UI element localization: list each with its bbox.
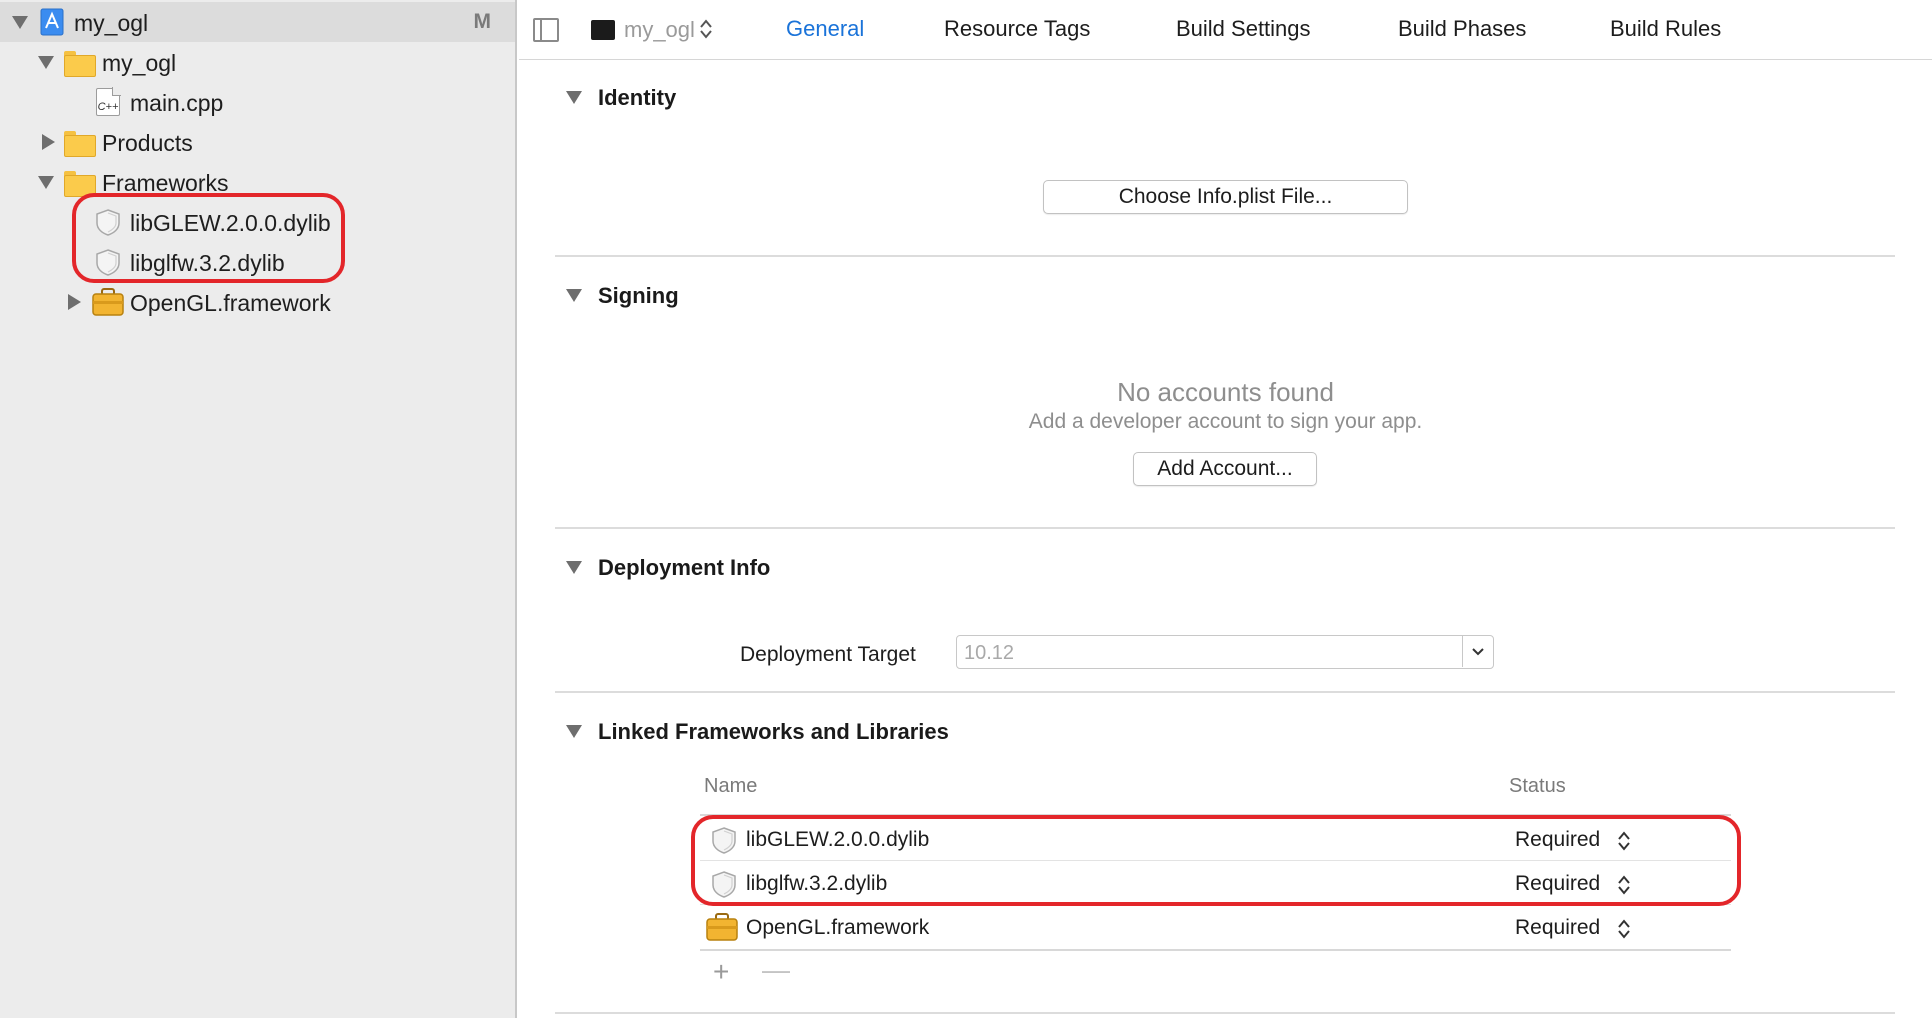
row-divider — [700, 860, 1731, 861]
modified-badge: M — [473, 10, 492, 33]
disclosure-down-icon[interactable] — [12, 16, 28, 29]
nav-item-project[interactable]: my_ogl M — [0, 2, 515, 42]
deployment-target-value: 10.12 — [964, 642, 1015, 664]
nav-label: libGLEW.2.0.0.dylib — [130, 210, 331, 236]
section-identity-header[interactable]: Identity — [598, 85, 676, 111]
nav-item-products[interactable]: Products — [0, 122, 515, 162]
updown-chevron-icon[interactable] — [1617, 873, 1631, 895]
library-icon — [94, 208, 122, 236]
deployment-target-label: Deployment Target — [740, 643, 916, 666]
library-icon — [94, 248, 122, 276]
nav-label: libglfw.3.2.dylib — [130, 250, 285, 276]
section-collapse-icon[interactable] — [566, 725, 582, 738]
updown-chevron-icon[interactable] — [1617, 917, 1631, 939]
nav-label: main.cpp — [130, 90, 224, 116]
library-icon — [710, 870, 738, 903]
target-editor: my_ogl General Resource Tags Build Setti… — [519, 0, 1932, 1018]
section-divider — [555, 527, 1895, 529]
updown-chevron-icon[interactable] — [699, 17, 713, 43]
folder-icon — [64, 129, 96, 157]
tab-build-rules[interactable]: Build Rules — [1610, 16, 1721, 42]
table-bottom-divider — [700, 949, 1731, 951]
section-divider — [555, 255, 1895, 257]
terminal-target-icon — [591, 20, 615, 40]
cpp-file-icon: C++ — [96, 87, 121, 116]
nav-label: OpenGL.framework — [130, 290, 331, 316]
section-collapse-icon[interactable] — [566, 91, 582, 104]
column-name-header[interactable]: Name — [704, 775, 757, 798]
section-deployment-header[interactable]: Deployment Info — [598, 555, 770, 581]
tab-build-phases[interactable]: Build Phases — [1398, 16, 1526, 42]
editor-tab-bar: my_ogl General Resource Tags Build Setti… — [519, 0, 1932, 60]
target-selector[interactable]: my_ogl — [624, 17, 695, 43]
nav-item-libglew[interactable]: libGLEW.2.0.0.dylib — [0, 202, 515, 242]
no-accounts-title: No accounts found — [1117, 377, 1334, 407]
nav-item-group[interactable]: my_ogl — [0, 42, 515, 82]
nav-label: my_ogl — [74, 10, 149, 36]
choose-info-plist-button[interactable]: Choose Info.plist File... — [1043, 180, 1408, 214]
framework-toolbox-icon — [706, 913, 738, 946]
nav-item-libglfw[interactable]: libglfw.3.2.dylib — [0, 242, 515, 282]
linked-item-status[interactable]: Required — [1515, 916, 1600, 940]
updown-chevron-icon[interactable] — [1617, 829, 1631, 851]
remove-framework-button[interactable]: — — [762, 954, 790, 986]
section-linked-header[interactable]: Linked Frameworks and Libraries — [598, 719, 949, 745]
row-divider — [700, 904, 1731, 905]
nav-item-main-cpp[interactable]: C++ main.cpp — [0, 82, 515, 122]
linked-item-name: OpenGL.framework — [746, 916, 930, 939]
chevron-down-icon[interactable] — [1462, 636, 1493, 667]
library-icon — [710, 826, 738, 859]
linked-item-name: libglfw.3.2.dylib — [746, 872, 888, 895]
project-navigator: my_ogl M my_ogl C++ main.cpp Products Fr… — [0, 0, 517, 1018]
add-framework-button[interactable]: + — [713, 956, 729, 988]
nav-item-frameworks[interactable]: Frameworks — [0, 162, 515, 202]
table-header-divider — [700, 814, 1731, 816]
deployment-target-select[interactable]: 10.12 — [956, 635, 1494, 669]
disclosure-right-icon[interactable] — [42, 134, 55, 150]
section-signing-header[interactable]: Signing — [598, 283, 679, 309]
disclosure-down-icon[interactable] — [38, 176, 54, 189]
linked-item-status[interactable]: Required — [1515, 872, 1600, 896]
xcode-project-icon — [40, 8, 68, 36]
tab-general[interactable]: General — [786, 16, 864, 42]
nav-label: Frameworks — [102, 170, 229, 196]
tab-resource-tags[interactable]: Resource Tags — [944, 16, 1090, 42]
nav-item-opengl-framework[interactable]: OpenGL.framework — [0, 282, 515, 322]
column-status-header[interactable]: Status — [1509, 775, 1566, 798]
add-account-button[interactable]: Add Account... — [1133, 452, 1317, 486]
folder-icon — [64, 169, 96, 197]
section-divider — [555, 691, 1895, 693]
framework-toolbox-icon — [92, 288, 124, 316]
nav-label: my_ogl — [102, 50, 177, 76]
section-divider — [555, 1012, 1895, 1014]
folder-icon — [64, 49, 96, 77]
nav-label: Products — [102, 130, 193, 156]
sidebar-toggle-icon[interactable] — [533, 18, 559, 42]
disclosure-down-icon[interactable] — [38, 56, 54, 69]
no-accounts-subtitle: Add a developer account to sign your app… — [1028, 410, 1423, 433]
linked-item-name: libGLEW.2.0.0.dylib — [746, 828, 930, 851]
linked-item-status[interactable]: Required — [1515, 828, 1600, 852]
tab-build-settings[interactable]: Build Settings — [1176, 16, 1311, 42]
section-collapse-icon[interactable] — [566, 561, 582, 574]
section-collapse-icon[interactable] — [566, 289, 582, 302]
disclosure-right-icon[interactable] — [68, 294, 81, 310]
